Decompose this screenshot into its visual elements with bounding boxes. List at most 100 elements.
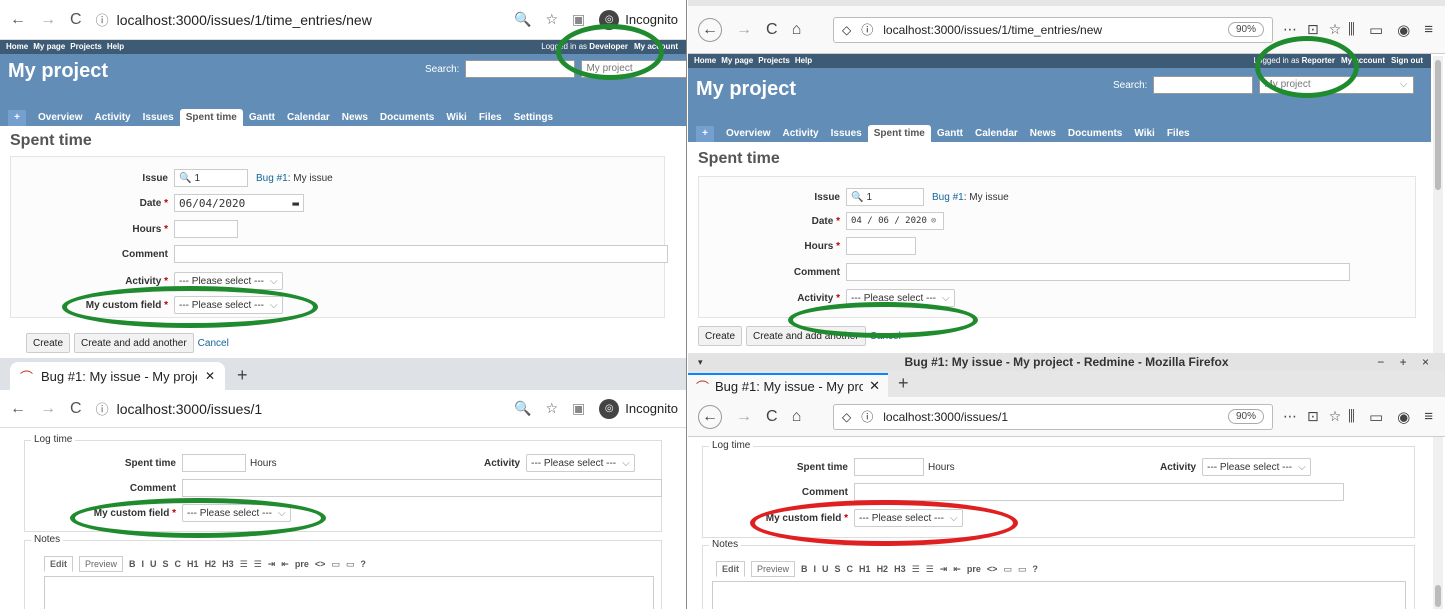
edit-tab[interactable]: Edit: [716, 561, 745, 577]
tab-settings[interactable]: Settings: [508, 109, 559, 126]
inline-code-icon[interactable]: <>: [315, 559, 326, 569]
page-scrollbar[interactable]: [1433, 437, 1443, 609]
date-field[interactable]: 04 / 06 / 2020 ⊗: [846, 212, 944, 230]
home-icon[interactable]: ⌂: [792, 21, 802, 39]
preformatted-icon[interactable]: pre: [295, 559, 309, 569]
extension-icon[interactable]: ▣: [572, 11, 585, 28]
account-icon[interactable]: ◉: [1397, 21, 1410, 39]
library-icon[interactable]: ⫼: [1348, 408, 1355, 426]
cancel-link[interactable]: Cancel: [198, 338, 229, 349]
tab-news[interactable]: News: [336, 109, 374, 126]
tab-issues[interactable]: Issues: [825, 125, 868, 142]
hours-field[interactable]: [846, 237, 916, 255]
italic-icon[interactable]: I: [142, 559, 145, 569]
logged-in-user[interactable]: Developer: [589, 42, 628, 51]
top-link-projects[interactable]: Projects: [758, 54, 790, 68]
strikethrough-icon[interactable]: S: [835, 564, 841, 574]
unordered-list-icon[interactable]: ☰: [240, 559, 248, 570]
link-icon[interactable]: ▭: [331, 559, 340, 570]
logged-in-user[interactable]: Reporter: [1302, 56, 1335, 65]
project-jump-select[interactable]: My project ⌵: [1259, 76, 1415, 94]
close-tab-icon[interactable]: ✕: [869, 378, 880, 394]
incognito-indicator[interactable]: ◎ Incognito: [599, 398, 678, 419]
star-icon[interactable]: ☆: [1329, 408, 1342, 425]
ordered-list-icon[interactable]: ☰: [254, 559, 262, 570]
window-menu-icon[interactable]: ▾: [698, 353, 703, 371]
top-link-projects[interactable]: Projects: [70, 40, 102, 54]
forward-icon[interactable]: →: [736, 408, 752, 426]
underline-icon[interactable]: U: [822, 564, 829, 574]
tab-spent-time[interactable]: Spent time: [179, 109, 243, 126]
new-tab-icon[interactable]: +: [898, 373, 909, 394]
preview-tab[interactable]: Preview: [79, 556, 124, 572]
tab-wiki[interactable]: Wiki: [440, 109, 472, 126]
star-icon[interactable]: ☆: [1329, 21, 1342, 38]
home-icon[interactable]: ⌂: [792, 408, 802, 426]
date-field[interactable]: 06/04/2020 ▬: [174, 194, 304, 212]
hours-field[interactable]: [174, 220, 238, 238]
address-bar[interactable]: ◇ ⓘ localhost:3000/issues/1/time_entries…: [833, 16, 1273, 43]
help-icon[interactable]: ?: [1032, 564, 1038, 574]
tab-documents[interactable]: Documents: [374, 109, 440, 126]
clear-icon[interactable]: ⊗: [931, 216, 936, 226]
tab-documents[interactable]: Documents: [1062, 125, 1128, 142]
cancel-link[interactable]: Cancel: [870, 331, 901, 342]
tab-spent-time[interactable]: Spent time: [867, 125, 931, 142]
zoom-icon[interactable]: 🔍: [514, 400, 531, 417]
issue-field[interactable]: 🔍 1: [846, 188, 924, 206]
forward-icon[interactable]: →: [736, 21, 752, 39]
notes-textarea[interactable]: [712, 581, 1406, 609]
search-input[interactable]: [465, 60, 576, 78]
close-tab-icon[interactable]: ✕: [205, 369, 215, 383]
activity-select[interactable]: --- Please select --- ⌵: [174, 272, 283, 290]
image-icon[interactable]: ▭: [1018, 564, 1027, 575]
more-icon[interactable]: ⋯: [1283, 408, 1297, 425]
heading2-icon[interactable]: H2: [205, 559, 217, 569]
comment-field[interactable]: [182, 479, 662, 497]
issue-link[interactable]: Bug #1: [932, 192, 964, 203]
underline-icon[interactable]: U: [150, 559, 157, 569]
zoom-icon[interactable]: 🔍: [514, 11, 531, 28]
pocket-icon[interactable]: ⊡: [1307, 408, 1319, 425]
create-and-add-another-button[interactable]: Create and add another: [74, 333, 194, 353]
tab-gantt[interactable]: Gantt: [931, 125, 969, 142]
menu-icon[interactable]: ≡: [1424, 21, 1433, 39]
menu-icon[interactable]: ≡: [1424, 408, 1433, 426]
edit-tab[interactable]: Edit: [44, 556, 73, 572]
reload-icon[interactable]: C: [766, 408, 778, 426]
italic-icon[interactable]: I: [814, 564, 817, 574]
page-scrollbar[interactable]: [1433, 56, 1443, 353]
top-link-home[interactable]: Home: [694, 54, 716, 68]
tab-calendar[interactable]: Calendar: [281, 109, 336, 126]
forward-icon[interactable]: →: [40, 11, 56, 29]
create-button[interactable]: Create: [26, 333, 71, 353]
custom-field-select[interactable]: --- Please select --- ⌵: [182, 504, 291, 522]
notes-textarea[interactable]: [44, 576, 654, 609]
library-icon[interactable]: ⫼: [1348, 21, 1355, 39]
back-icon[interactable]: ←: [698, 17, 722, 42]
my-account-link[interactable]: My account: [634, 40, 678, 54]
search-input[interactable]: [1153, 76, 1254, 94]
sign-out-link[interactable]: Sign out: [1391, 54, 1423, 68]
tab-overview[interactable]: Overview: [32, 109, 88, 126]
heading3-icon[interactable]: H3: [222, 559, 234, 569]
strikethrough-icon[interactable]: S: [163, 559, 169, 569]
scrollbar-thumb[interactable]: [1435, 585, 1441, 607]
spent-time-field[interactable]: [854, 458, 924, 476]
code-icon[interactable]: C: [175, 559, 182, 569]
reload-icon[interactable]: C: [766, 21, 778, 39]
zoom-level[interactable]: 90%: [1227, 409, 1264, 424]
new-object-button[interactable]: +: [8, 110, 26, 126]
activity-select[interactable]: --- Please select --- ⌵: [526, 454, 635, 472]
code-icon[interactable]: C: [847, 564, 854, 574]
back-icon[interactable]: ←: [698, 404, 722, 429]
help-icon[interactable]: ?: [360, 559, 366, 569]
spent-time-field[interactable]: [182, 454, 246, 472]
tab-activity[interactable]: Activity: [776, 125, 824, 142]
outdent-icon[interactable]: ⇤: [281, 559, 289, 570]
create-button[interactable]: Create: [698, 326, 743, 346]
issue-field[interactable]: 🔍 1: [174, 169, 248, 187]
custom-field-select[interactable]: --- Please select --- ⌵: [854, 509, 963, 527]
forward-icon[interactable]: →: [40, 400, 56, 418]
inline-code-icon[interactable]: <>: [987, 564, 998, 574]
